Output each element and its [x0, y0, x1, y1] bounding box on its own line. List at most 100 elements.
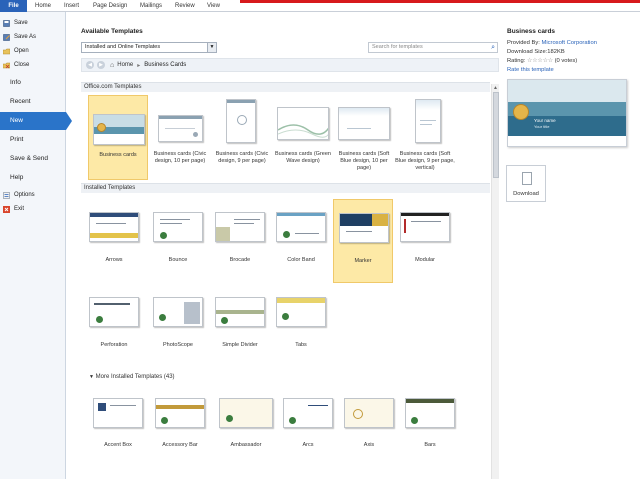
template-accessory-bar[interactable]: Accessory Bar: [150, 390, 210, 462]
template-thumbnail: [276, 297, 326, 327]
template-label: Brocade: [229, 257, 251, 263]
template-thumbnail: [93, 114, 145, 145]
template-civic-9[interactable]: Business cards (Civic design, 9 per page…: [212, 95, 272, 180]
download-label: Download: [513, 191, 539, 197]
rate-template-link[interactable]: Rate this template: [507, 67, 554, 73]
template-soft-blue-10[interactable]: Business cards (Soft Blue design, 10 per…: [334, 95, 394, 180]
template-brocade[interactable]: Brocade: [210, 200, 270, 272]
template-thumbnail: [153, 212, 203, 242]
office-templates-header: Office.com Templates: [81, 82, 490, 92]
scrollbar-thumb[interactable]: [493, 92, 499, 178]
breadcrumb-home[interactable]: Home: [117, 62, 133, 68]
installed-templates-header: Installed Templates: [81, 183, 490, 193]
nav-save[interactable]: Save: [3, 17, 28, 29]
forward-arrow-icon[interactable]: ▶: [97, 61, 105, 69]
nav-exit[interactable]: Exit: [3, 203, 24, 215]
tab-view[interactable]: View: [207, 3, 220, 9]
scroll-up-icon[interactable]: ▲: [493, 85, 498, 91]
search-icon[interactable]: ⌕: [491, 43, 495, 52]
save-as-icon: [3, 33, 10, 41]
template-label: Business cards: [99, 152, 137, 158]
more-installed-templates-toggle[interactable]: ▼ More Installed Templates (43): [89, 374, 175, 380]
nav-save-send[interactable]: Save & Send: [0, 150, 66, 168]
search-placeholder: Search for templates: [372, 44, 423, 50]
preview-name: Your name: [534, 118, 556, 123]
template-label: Perforation: [100, 342, 128, 348]
rating-votes: (0 votes): [554, 58, 578, 64]
template-arrows[interactable]: Arrows: [84, 200, 144, 272]
provider-link[interactable]: Microsoft Corporation: [542, 40, 597, 46]
template-accent-box[interactable]: Accent Box: [88, 390, 148, 462]
template-marker[interactable]: Marker: [333, 199, 393, 283]
tab-review[interactable]: Review: [175, 3, 195, 9]
download-size: Download Size:182KB: [507, 49, 565, 55]
template-label: Simple Divider: [222, 342, 258, 348]
nav-recent[interactable]: Recent: [0, 93, 66, 111]
template-tabs[interactable]: Tabs: [271, 285, 331, 357]
template-business-cards[interactable]: Business cards: [88, 95, 148, 180]
chevron-down-icon[interactable]: ▼: [207, 43, 216, 52]
preview-bottom-band: [508, 116, 626, 136]
template-search-input[interactable]: Search for templates ⌕: [368, 42, 498, 53]
template-label: Arrows: [105, 257, 123, 263]
template-breadcrumb-bar: ◀ ▶ ⌂ Home ▸ Business Cards: [81, 58, 499, 72]
home-icon[interactable]: ⌂: [110, 62, 114, 69]
nav-open[interactable]: Open: [2, 45, 29, 57]
nav-save-label: Save: [14, 20, 28, 26]
nav-options-label: Options: [14, 192, 35, 198]
provided-by-label: Provided By:: [507, 40, 540, 46]
template-green-wave[interactable]: Business cards (Green Wave design): [273, 95, 333, 180]
template-modular[interactable]: Modular: [395, 200, 455, 272]
nav-save-as[interactable]: Save As: [3, 31, 36, 43]
template-label: Bars: [424, 442, 436, 448]
template-bars[interactable]: Bars: [400, 390, 460, 462]
nav-print[interactable]: Print: [0, 131, 66, 149]
template-soft-blue-9-vertical[interactable]: Business cards (Soft Blue design, 9 per …: [395, 95, 455, 180]
nav-help[interactable]: Help: [0, 169, 66, 187]
template-perforation[interactable]: Perforation: [84, 285, 144, 357]
template-axis[interactable]: Axis: [339, 390, 399, 462]
exit-icon: [3, 205, 10, 213]
template-photoscope[interactable]: PhotoScope: [148, 285, 208, 357]
template-source-value: Installed and Online Templates: [85, 44, 161, 50]
nav-new[interactable]: New: [0, 112, 72, 130]
template-bounce[interactable]: Bounce: [148, 200, 208, 272]
template-thumbnail: [93, 398, 143, 428]
template-label: Color Band: [287, 257, 315, 263]
templates-scrollbar[interactable]: ▲: [491, 84, 499, 479]
rating-stars-icon[interactable]: ☆☆☆☆☆: [527, 58, 553, 64]
template-source-dropdown[interactable]: Installed and Online Templates ▼: [81, 42, 217, 53]
template-simple-divider[interactable]: Simple Divider: [210, 285, 270, 357]
template-label: Accessory Bar: [162, 442, 198, 448]
template-ambassador[interactable]: Ambassador: [214, 390, 278, 462]
template-thumbnail: [226, 99, 256, 143]
back-arrow-icon[interactable]: ◀: [86, 61, 94, 69]
tab-page-design[interactable]: Page Design: [93, 3, 127, 9]
provided-by: Provided By: Microsoft Corporation: [507, 40, 597, 46]
rating-label: Rating:: [507, 58, 526, 64]
tab-home[interactable]: Home: [35, 3, 51, 9]
tab-file[interactable]: File: [0, 0, 27, 12]
template-thumbnail: [339, 213, 389, 243]
tab-insert[interactable]: Insert: [64, 3, 79, 9]
tab-mailings[interactable]: Mailings: [140, 3, 162, 9]
download-button[interactable]: Download: [506, 165, 546, 202]
document-icon: [522, 172, 532, 185]
template-civic-10[interactable]: Business cards (Civic design, 10 per pag…: [150, 95, 210, 180]
nav-info[interactable]: Info: [0, 74, 66, 92]
template-thumbnail: [277, 107, 329, 140]
template-color-band[interactable]: Color Band: [271, 200, 331, 272]
available-templates-title: Available Templates: [81, 28, 143, 35]
breadcrumb-separator: ▸: [137, 62, 141, 69]
template-thumbnail: [158, 115, 203, 142]
template-thumbnail: [338, 107, 390, 140]
nav-close[interactable]: Close: [2, 59, 29, 71]
template-arcs[interactable]: Arcs: [278, 390, 338, 462]
template-thumbnail: [153, 297, 203, 327]
folder-open-icon: [2, 48, 11, 55]
nav-options[interactable]: Options: [3, 189, 35, 201]
template-label: Business cards (Soft Blue design, 10 per…: [338, 151, 390, 171]
collapse-triangle-icon: ▼: [89, 374, 94, 380]
save-icon: [3, 19, 10, 27]
breadcrumb-current: Business Cards: [144, 62, 187, 68]
